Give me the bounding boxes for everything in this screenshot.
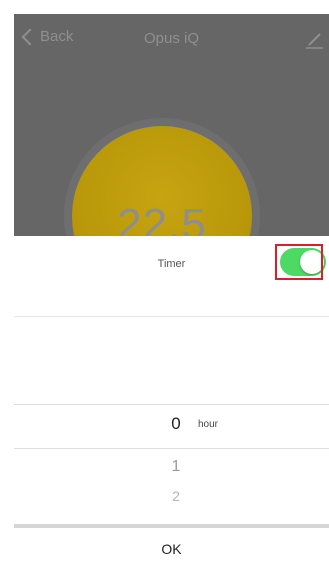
picker-option[interactable]: 1 bbox=[164, 458, 188, 476]
dimmed-app-background: Back Opus iQ 22.5 bbox=[14, 14, 329, 236]
screen: Back Opus iQ 22.5 Timer 0 hour 1 2 OK bbox=[0, 0, 329, 570]
navigation-bar: Back Opus iQ bbox=[14, 14, 329, 64]
timer-sheet: Timer 0 hour 1 2 OK bbox=[0, 236, 329, 570]
picker-selected-value: 0 bbox=[171, 414, 181, 433]
temperature-readout: 22.5 bbox=[117, 200, 207, 236]
picker-selected-row[interactable]: 0 hour bbox=[14, 414, 329, 438]
toggle-highlight-box bbox=[275, 244, 323, 280]
pencil-icon bbox=[306, 33, 323, 49]
ok-button[interactable]: OK bbox=[14, 528, 329, 570]
page-title: Opus iQ bbox=[143, 30, 200, 47]
picker-unit-label: hour bbox=[198, 419, 219, 430]
picker-top-divider bbox=[14, 404, 329, 405]
edit-button[interactable] bbox=[303, 28, 325, 50]
picker-bottom-divider bbox=[14, 448, 329, 449]
timer-row: Timer bbox=[14, 236, 329, 317]
picker-option[interactable]: 2 bbox=[164, 488, 188, 504]
hour-picker[interactable]: 0 hour 1 2 bbox=[14, 404, 329, 522]
